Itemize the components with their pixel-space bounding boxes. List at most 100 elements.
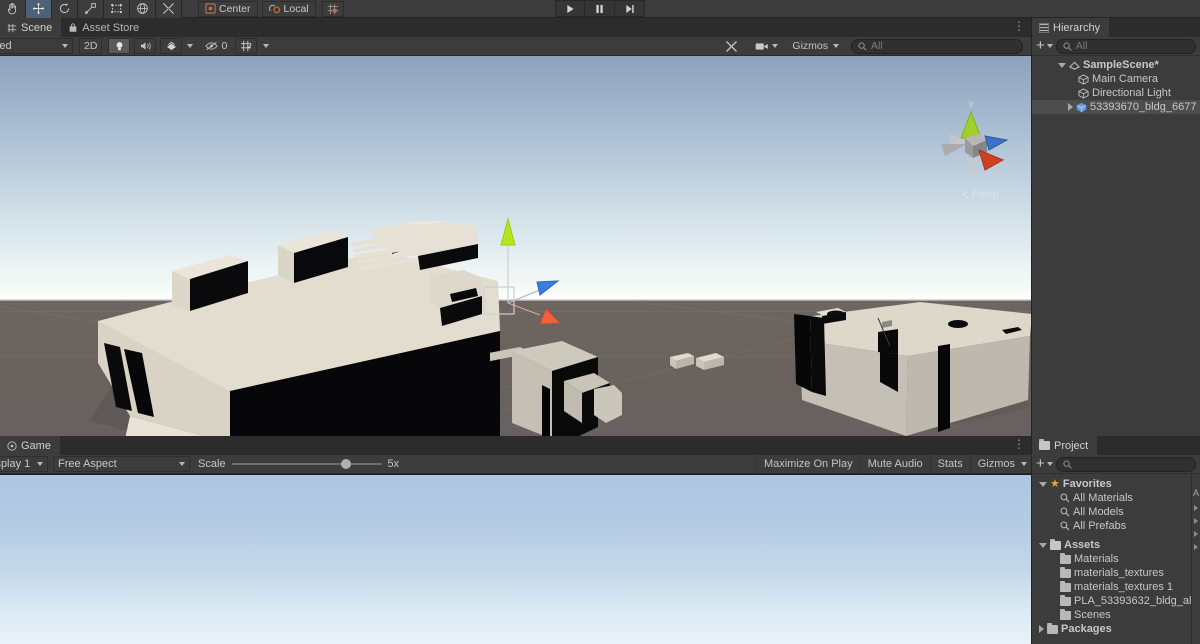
scale-slider-track[interactable] <box>231 459 382 469</box>
draw-mode-dropdown[interactable]: haded <box>0 38 73 54</box>
stats-label: Stats <box>937 458 963 470</box>
project-item-assets[interactable]: Assets <box>1032 538 1191 552</box>
pivot-mode-button[interactable]: Center <box>198 0 258 17</box>
search-icon <box>1063 41 1072 51</box>
hierarchy-item-building-prefab[interactable]: 53393670_bldg_6677 <box>1032 100 1200 114</box>
project-tabbar: Project <box>1032 436 1200 455</box>
gizmos-dropdown-button[interactable]: Gizmos <box>788 38 843 54</box>
hierarchy-add-button[interactable]: + <box>1036 38 1053 53</box>
hierarchy-tab-icon <box>1039 22 1049 33</box>
move-tool-button[interactable] <box>26 0 52 18</box>
chevron-down-icon[interactable] <box>1039 481 1047 487</box>
toggle-2d-button[interactable]: 2D <box>79 38 103 54</box>
eye-off-icon <box>205 41 218 51</box>
scene-search-input[interactable]: All <box>851 38 1023 54</box>
hierarchy-search-input[interactable]: All <box>1055 38 1196 54</box>
chevron-right-icon[interactable] <box>1194 544 1198 550</box>
project-item-all-prefabs[interactable]: All Prefabs <box>1032 519 1191 533</box>
playmode-controls <box>555 0 645 17</box>
space-mode-button[interactable]: Local <box>261 0 316 17</box>
project-item-pla-bldg[interactable]: PLA_53393632_bldg_ali <box>1032 594 1191 608</box>
scene-camera-button[interactable] <box>751 38 782 54</box>
scale-label: Scale <box>198 458 226 470</box>
grid-visibility-button[interactable] <box>235 38 258 54</box>
custom-editor-tool-button[interactable] <box>156 0 182 18</box>
hierarchy-item-directional-light[interactable]: Directional Light <box>1032 86 1200 100</box>
folder-icon <box>1060 608 1071 620</box>
project-item-materials-textures[interactable]: materials_textures <box>1032 566 1191 580</box>
project-item-materials-textures-1[interactable]: materials_textures 1 <box>1032 580 1191 594</box>
chevron-right-icon[interactable] <box>1039 625 1044 633</box>
hidden-objects-count: 0 <box>221 40 228 52</box>
chevron-down-icon <box>179 462 185 466</box>
project-item-scenes[interactable]: Scenes <box>1032 608 1191 622</box>
toggle-audio-button[interactable] <box>134 38 157 54</box>
scene-orientation-gizmo[interactable]: y <box>937 96 1011 186</box>
project-item-favorites[interactable]: ★ Favorites <box>1032 477 1191 491</box>
mute-audio-button[interactable]: Mute Audio <box>859 454 930 474</box>
stats-button[interactable]: Stats <box>929 454 970 474</box>
effects-dropdown[interactable] <box>183 38 197 54</box>
project-secondary-column[interactable]: A <box>1191 474 1200 644</box>
hierarchy-item-samplescene[interactable]: SampleScene* <box>1032 58 1200 72</box>
project-item-label: materials_textures <box>1074 567 1164 579</box>
chevron-right-icon[interactable] <box>1194 531 1198 537</box>
tab-game[interactable]: Game <box>0 436 60 455</box>
transform-move-gizmo[interactable] <box>480 211 590 336</box>
rect-transform-tool-button[interactable] <box>104 0 130 18</box>
project-item-all-materials[interactable]: All Materials <box>1032 491 1191 505</box>
chevron-down-icon <box>1021 462 1027 466</box>
tools-wrench-icon <box>725 40 738 53</box>
step-button[interactable] <box>615 0 645 17</box>
tab-asset-store[interactable]: Asset Store <box>61 18 149 37</box>
transform-tools-group <box>0 0 182 18</box>
chevron-right-icon[interactable] <box>1194 518 1198 524</box>
projection-mode-text: Persp <box>971 188 999 200</box>
chevron-right-icon[interactable] <box>1068 103 1073 111</box>
project-add-button[interactable]: + <box>1036 455 1053 472</box>
game-panel-menu-button[interactable]: ⋮ <box>1013 438 1025 450</box>
tab-hierarchy[interactable]: Hierarchy <box>1032 18 1110 37</box>
project-item-all-models[interactable]: All Models <box>1032 505 1191 519</box>
project-item-packages[interactable]: Packages <box>1032 622 1191 636</box>
scale-value: 5x <box>387 458 400 470</box>
draw-mode-label: haded <box>0 40 12 52</box>
scale-slider-knob[interactable] <box>340 459 351 469</box>
game-gizmos-button[interactable]: Gizmos <box>969 454 1031 474</box>
grid-dropdown[interactable] <box>259 38 273 54</box>
display-dropdown[interactable]: isplay 1 <box>0 456 48 472</box>
toggle-effects-button[interactable] <box>160 38 183 54</box>
tab-project[interactable]: Project <box>1032 436 1098 455</box>
plus-icon: + <box>1036 455 1045 472</box>
scene-projection-label[interactable]: Persp <box>960 188 999 200</box>
scene-viewport[interactable]: y Persp <box>0 56 1031 454</box>
transform-tool-button[interactable] <box>130 0 156 18</box>
hand-tool-button[interactable] <box>0 0 26 18</box>
toggle-lighting-button[interactable] <box>108 38 131 54</box>
chevron-right-icon[interactable] <box>1194 505 1198 511</box>
folder-icon <box>1060 594 1071 606</box>
hidden-objects-button[interactable]: 0 <box>201 38 231 54</box>
hierarchy-tabbar: Hierarchy <box>1032 18 1200 37</box>
project-item-materials[interactable]: Materials <box>1032 552 1191 566</box>
aspect-ratio-dropdown[interactable]: Free Aspect <box>53 456 190 472</box>
chevron-down-icon[interactable] <box>1058 62 1066 68</box>
game-viewport[interactable] <box>0 474 1031 644</box>
scene-panel-menu-button[interactable]: ⋮ <box>1013 20 1025 32</box>
camera-icon <box>755 42 769 51</box>
scene-tools-button[interactable] <box>720 38 742 54</box>
snap-settings-button[interactable] <box>321 0 344 17</box>
chevron-down-icon[interactable] <box>1039 542 1047 548</box>
project-item-label: PLA_53393632_bldg_ali <box>1074 595 1191 607</box>
rotate-tool-button[interactable] <box>52 0 78 18</box>
project-search-input[interactable] <box>1055 456 1196 472</box>
hierarchy-item-main-camera[interactable]: Main Camera <box>1032 72 1200 86</box>
scale-slider-group[interactable]: Scale 5x <box>198 458 399 470</box>
pause-button[interactable] <box>585 0 615 17</box>
building-mesh-tiny-pair <box>668 349 728 375</box>
tab-scene[interactable]: Scene <box>0 18 62 37</box>
maximize-on-play-button[interactable]: Maximize On Play <box>755 454 860 474</box>
scale-tool-button[interactable] <box>78 0 104 18</box>
tab-scene-label: Scene <box>21 21 53 34</box>
play-button[interactable] <box>555 0 585 17</box>
